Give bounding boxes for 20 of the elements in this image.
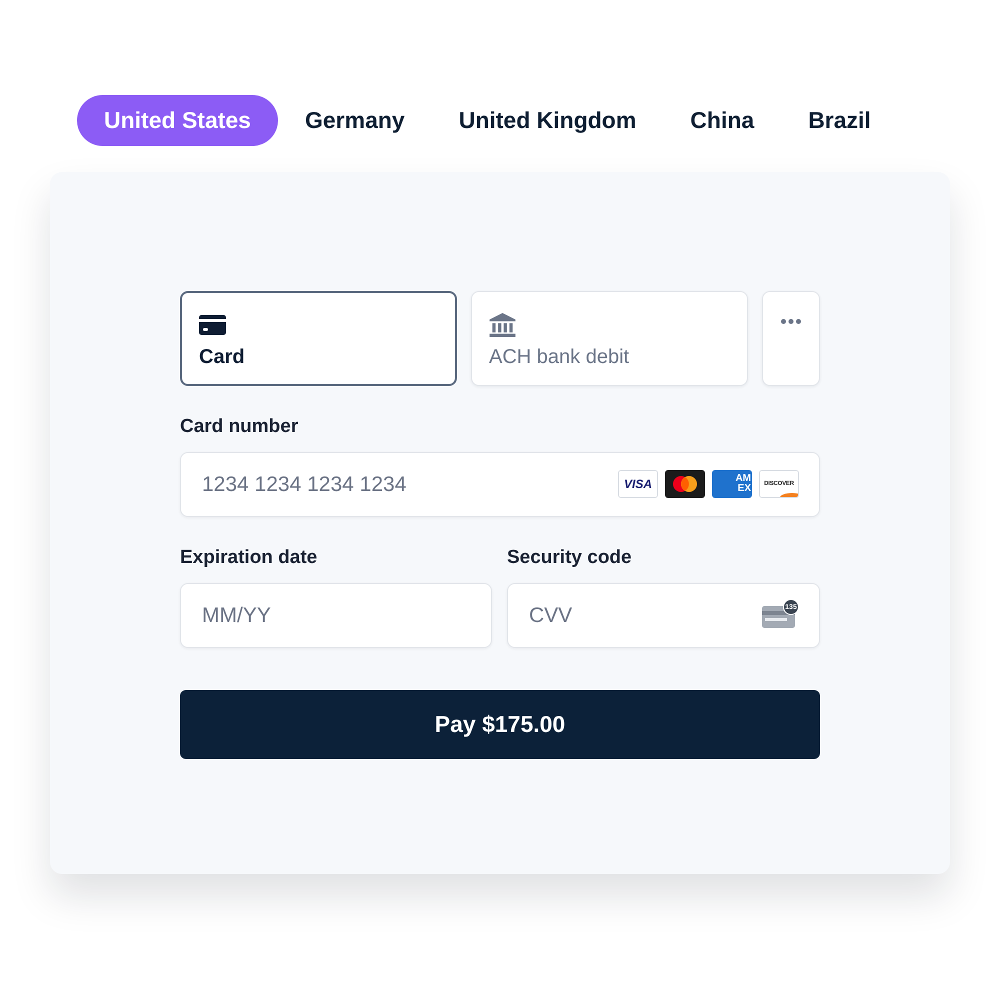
card-brand-logo: VISA xyxy=(618,470,658,498)
card-brand-logo: AM EX xyxy=(712,470,752,498)
expiration-field[interactable]: MM/YY xyxy=(180,583,492,648)
payment-method-tab[interactable]: Card xyxy=(180,291,457,386)
credit-card-icon xyxy=(199,315,226,335)
field-label: Expiration date xyxy=(180,546,318,570)
country-tab[interactable]: United States xyxy=(77,95,278,146)
country-tab[interactable]: Brazil xyxy=(781,95,898,146)
pay-button[interactable]: Pay $175.00 xyxy=(180,690,820,759)
payment-method-tab[interactable]: ACH bank debit xyxy=(471,291,748,386)
more-icon xyxy=(781,319,801,324)
more-methods-tab[interactable] xyxy=(762,291,820,386)
bank-icon xyxy=(489,313,516,337)
country-tab[interactable]: Germany xyxy=(278,95,432,146)
card-back-icon xyxy=(762,606,795,628)
two-circles-logo-icon xyxy=(665,470,705,498)
country-tab[interactable]: United Kingdom xyxy=(432,95,664,146)
field-label: Card number xyxy=(180,415,298,439)
field-label: Security code xyxy=(507,546,632,570)
country-tab[interactable]: China xyxy=(663,95,782,146)
